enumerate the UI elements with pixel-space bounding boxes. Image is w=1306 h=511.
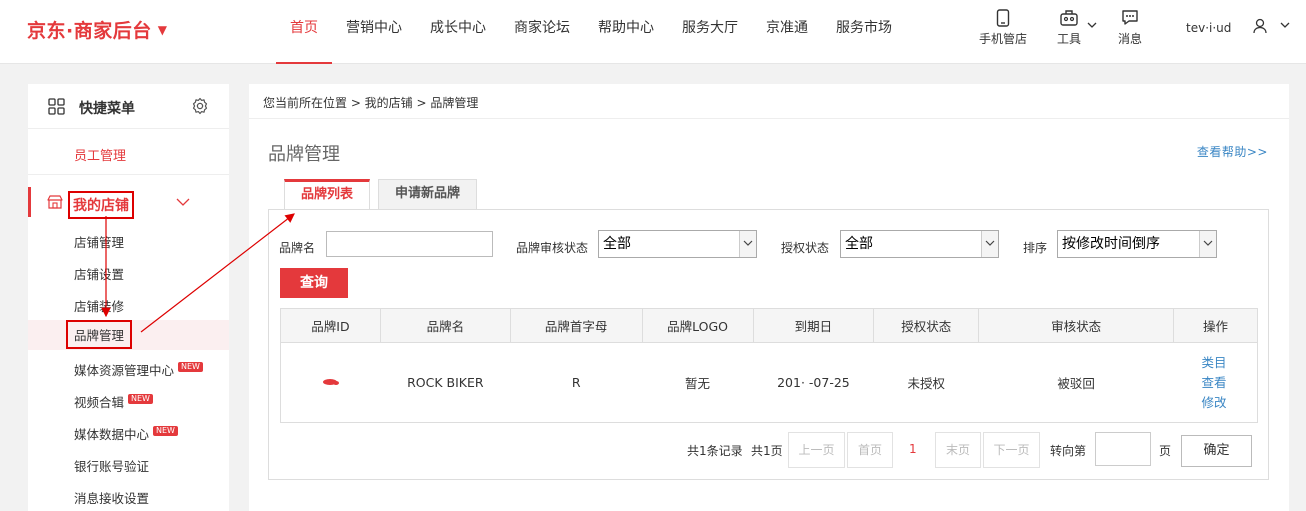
help-link[interactable]: 查看帮助>>	[1197, 143, 1268, 160]
pager-prev-button[interactable]: 上一页	[788, 432, 845, 468]
main-content: 您当前所在位置 > 我的店铺 > 品牌管理 品牌管理 查看帮助>> 品牌列表 申…	[249, 84, 1289, 511]
new-badge: NEW	[128, 394, 153, 404]
nav-jzt[interactable]: 京准通	[752, 0, 822, 64]
nav-growth[interactable]: 成长中心	[416, 0, 500, 64]
col-brand-logo: 品牌LOGO	[641, 308, 754, 343]
tools-chevron-down-icon[interactable]	[1087, 22, 1097, 29]
cell-brand-id	[280, 342, 381, 423]
divider	[249, 118, 1289, 119]
pager-confirm-button[interactable]: 确定	[1181, 435, 1252, 467]
chevron-down-icon	[743, 240, 753, 246]
col-brand-id: 品牌ID	[280, 308, 381, 343]
sort-select[interactable]: 按修改时间倒序	[1057, 230, 1217, 258]
cell-brand-logo: 暂无	[642, 342, 753, 423]
sidebar: 快捷菜单 员工管理 我的店铺 店铺管理 店铺设置 店铺装修 品牌管理 媒体资源管…	[28, 84, 229, 511]
pager-current-page[interactable]: 1	[909, 442, 917, 456]
my-store-label: 我的店铺	[68, 191, 134, 219]
sidebar-item-brand-manage[interactable]: 品牌管理	[66, 320, 133, 349]
page-title: 品牌管理	[268, 144, 340, 165]
nav-home[interactable]: 首页	[276, 0, 332, 64]
tools-button[interactable]: 工具	[1057, 9, 1081, 47]
cell-actions: 类目 查看 修改	[1173, 342, 1258, 423]
sidebar-item-bank-verify[interactable]: 银行账号验证	[74, 456, 149, 475]
quick-link-staff[interactable]: 员工管理	[74, 145, 126, 164]
auth-status-select[interactable]: 全部	[840, 230, 999, 258]
mobile-store-button[interactable]: 手机管店	[979, 9, 1027, 47]
chevron-down-icon	[985, 240, 995, 246]
menu-my-store[interactable]: 我的店铺	[28, 187, 229, 219]
sidebar-item-store-settings[interactable]: 店铺设置	[74, 264, 124, 283]
pager-total: 共1条记录	[687, 444, 743, 458]
chevron-down-icon[interactable]	[176, 198, 190, 206]
table-row: ROCK BIKER R 暂无 201· -07-25 未授权 被驳回 类目 查…	[280, 342, 1258, 423]
quick-menu-title: 快捷菜单	[79, 101, 135, 117]
brand-name-input[interactable]	[326, 231, 493, 257]
review-status-select[interactable]: 全部	[598, 230, 757, 258]
logo-dropdown-icon[interactable]: ▼	[158, 23, 168, 37]
sidebar-item-media-center[interactable]: 媒体资源管理中心 NEW	[74, 360, 203, 379]
brand-name-label: 品牌名	[279, 241, 316, 255]
cell-expiry: 201· -07-25	[753, 342, 874, 423]
review-status-label: 品牌审核状态	[516, 241, 589, 255]
pager-goto-input[interactable]	[1095, 432, 1151, 466]
cell-brand-initial: R	[510, 342, 643, 423]
new-badge: NEW	[178, 362, 203, 372]
new-badge: NEW	[153, 426, 178, 436]
redacted-mark	[322, 379, 339, 385]
col-brand-initial: 品牌首字母	[509, 308, 643, 343]
action-category-link[interactable]: 类目	[1202, 353, 1258, 373]
tab-brand-list[interactable]: 品牌列表	[284, 179, 371, 210]
nav-marketing[interactable]: 营销中心	[332, 0, 416, 64]
col-brand-name: 品牌名	[379, 308, 511, 343]
sidebar-item-message-settings[interactable]: 消息接收设置	[74, 488, 149, 507]
brand-table: 品牌ID 品牌名 品牌首字母 品牌LOGO 到期日 授权状态 审核状态 操作 R…	[280, 308, 1258, 423]
toolbox-icon	[1060, 10, 1078, 26]
messages-button[interactable]: 消息	[1118, 9, 1142, 47]
action-view-link[interactable]: 查看	[1202, 373, 1258, 393]
action-edit-link[interactable]: 修改	[1202, 393, 1258, 413]
auth-status-label: 授权状态	[781, 241, 830, 255]
sidebar-item-store-decoration[interactable]: 店铺装修	[74, 296, 124, 315]
grid-icon	[48, 98, 65, 115]
username[interactable]: tev·i·ud	[1186, 21, 1231, 35]
user-icon[interactable]	[1252, 18, 1268, 34]
col-expiry: 到期日	[752, 308, 875, 343]
breadcrumb: 您当前所在位置 > 我的店铺 > 品牌管理	[263, 96, 479, 110]
divider	[28, 174, 229, 175]
mobile-icon	[996, 9, 1010, 27]
pager-next-button[interactable]: 下一页	[983, 432, 1040, 468]
store-icon	[47, 195, 63, 209]
query-button[interactable]: 查询	[280, 268, 348, 298]
user-chevron-down-icon[interactable]	[1280, 22, 1290, 29]
quick-menu-header: 快捷菜单	[28, 84, 229, 129]
nav-help[interactable]: 帮助中心	[584, 0, 668, 64]
logo[interactable]: 京东·商家后台 ▼	[27, 16, 167, 43]
pager-first-button[interactable]: 首页	[847, 432, 893, 468]
cell-review-status: 被驳回	[978, 342, 1174, 423]
nav-forum[interactable]: 商家论坛	[500, 0, 584, 64]
message-icon	[1122, 10, 1138, 25]
pager-last-button[interactable]: 末页	[935, 432, 981, 468]
pager-goto-label: 转向第	[1050, 444, 1087, 458]
pager-page-unit: 页	[1159, 444, 1172, 458]
gear-icon[interactable]	[191, 97, 209, 115]
col-actions: 操作	[1173, 308, 1258, 343]
cell-auth-status: 未授权	[873, 342, 979, 423]
col-review-status: 审核状态	[978, 308, 1174, 343]
sidebar-item-media-data[interactable]: 媒体数据中心 NEW	[74, 424, 178, 443]
cell-brand-name: ROCK BIKER	[380, 342, 511, 423]
sidebar-item-store-manage[interactable]: 店铺管理	[74, 232, 124, 251]
table-header-row: 品牌ID 品牌名 品牌首字母 品牌LOGO 到期日 授权状态 审核状态 操作	[280, 308, 1258, 343]
chevron-down-icon	[1203, 240, 1213, 246]
top-bar: 京东·商家后台 ▼ 首页 营销中心 成长中心 商家论坛 帮助中心 服务大厅 京准通…	[0, 0, 1306, 64]
sort-label: 排序	[1023, 241, 1048, 255]
col-auth-status: 授权状态	[873, 308, 980, 343]
nav-service-market[interactable]: 服务市场	[822, 0, 906, 64]
main-nav: 首页 营销中心 成长中心 商家论坛 帮助中心 服务大厅 京准通 服务市场	[276, 0, 906, 64]
pager-pages: 共1页	[751, 444, 783, 458]
nav-service-hall[interactable]: 服务大厅	[668, 0, 752, 64]
sidebar-item-video-collection[interactable]: 视频合辑 NEW	[74, 392, 153, 411]
tab-apply-brand[interactable]: 申请新品牌	[378, 179, 478, 210]
